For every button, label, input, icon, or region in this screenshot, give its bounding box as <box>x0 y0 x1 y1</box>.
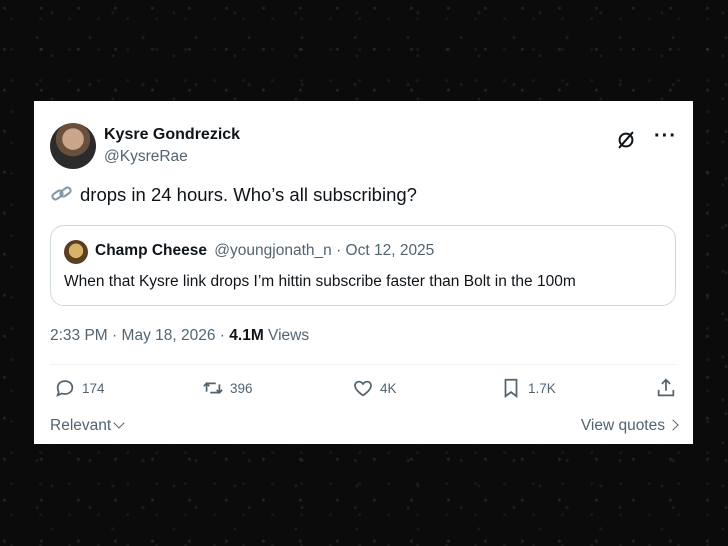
replies-footer: Relevant View quotes <box>50 417 679 439</box>
tweet-card: Kysre Gondrezick @KysreRae ··· drops in … <box>34 101 693 444</box>
meta-separator: · <box>219 327 225 344</box>
reply-count: 174 <box>82 380 105 396</box>
tweet-meta: 2:33 PM · May 18, 2026 · 4.1M Views <box>50 327 309 345</box>
bookmark-button[interactable]: 1.7K <box>500 377 556 399</box>
sort-label: Relevant <box>50 417 112 434</box>
author-avatar[interactable] <box>50 123 96 169</box>
quoted-author-avatar[interactable] <box>64 240 88 264</box>
reply-button[interactable]: 174 <box>54 377 105 399</box>
grok-icon[interactable] <box>615 129 637 151</box>
view-quotes-link[interactable]: View quotes <box>580 417 679 435</box>
link-emoji-icon <box>51 186 72 201</box>
author-display-name[interactable]: Kysre Gondrezick <box>104 126 240 144</box>
quoted-tweet-header: Champ Cheese @youngjonath_n · Oct 12, 20… <box>95 242 434 260</box>
sort-dropdown[interactable]: Relevant <box>50 417 125 435</box>
more-options-icon[interactable]: ··· <box>654 125 677 148</box>
reply-icon <box>56 380 74 397</box>
like-count: 4K <box>380 380 397 396</box>
chevron-right-icon <box>667 419 679 431</box>
quoted-tweet[interactable]: Champ Cheese @youngjonath_n · Oct 12, 20… <box>50 225 676 306</box>
quoted-author-name[interactable]: Champ Cheese <box>95 242 207 259</box>
quoted-tweet-text: When that Kysre link drops I’m hittin su… <box>64 273 576 290</box>
quoted-separator: · <box>336 242 342 259</box>
meta-separator: · <box>112 327 118 344</box>
tweet-body: drops in 24 hours. Who’s all subscribing… <box>80 184 417 205</box>
repost-button[interactable]: 396 <box>202 377 253 399</box>
bookmark-count: 1.7K <box>528 380 556 396</box>
like-button[interactable]: 4K <box>352 377 397 399</box>
action-bar: 174 396 4K 1.7K <box>50 377 677 405</box>
repost-count: 396 <box>230 380 253 396</box>
quoted-author-handle[interactable]: @youngjonath_n <box>214 242 331 259</box>
heart-icon <box>354 380 372 397</box>
divider <box>50 364 677 365</box>
views-count: 4.1M <box>229 327 264 344</box>
view-quotes-label: View quotes <box>580 417 665 434</box>
bookmark-icon <box>504 378 518 398</box>
author-handle[interactable]: @KysreRae <box>104 148 188 166</box>
tweet-date[interactable]: May 18, 2026 <box>122 327 216 344</box>
repost-icon <box>203 382 223 394</box>
tweet-text: drops in 24 hours. Who’s all subscribing… <box>50 184 417 206</box>
quoted-date[interactable]: Oct 12, 2025 <box>346 242 435 259</box>
share-icon <box>657 378 675 397</box>
tweet-header: Kysre Gondrezick @KysreRae ··· <box>50 123 677 173</box>
share-button[interactable] <box>655 377 677 399</box>
tweet-time[interactable]: 2:33 PM <box>50 327 108 344</box>
chevron-down-icon <box>113 417 125 429</box>
views-label: Views <box>268 327 310 344</box>
